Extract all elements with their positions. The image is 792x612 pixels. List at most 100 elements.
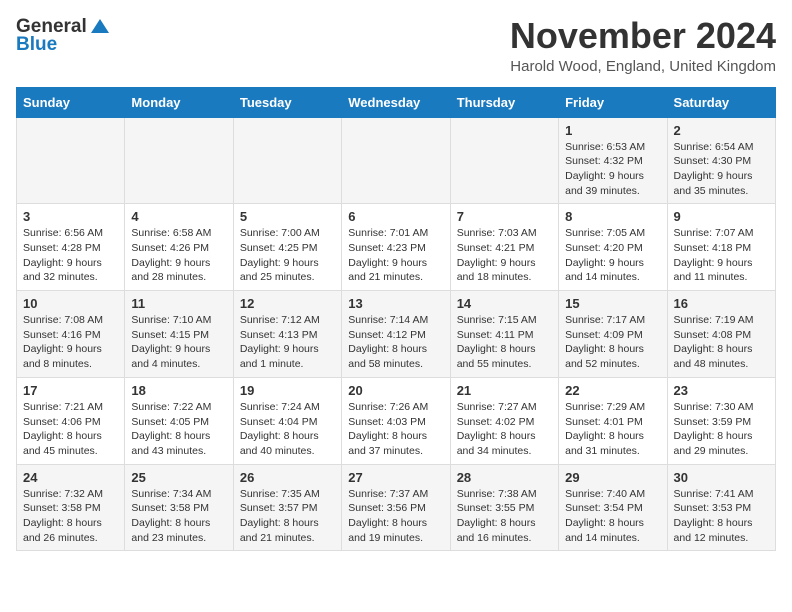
month-title: November 2024: [510, 16, 776, 56]
day-number: 9: [674, 209, 769, 224]
day-info: Sunrise: 7:32 AM Sunset: 3:58 PM Dayligh…: [23, 487, 118, 546]
day-cell: 18 Sunrise: 7:22 AM Sunset: 4:05 PM Dayli…: [125, 377, 233, 464]
day-info: Sunrise: 7:30 AM Sunset: 3:59 PM Dayligh…: [674, 400, 769, 459]
day-number: 24: [23, 470, 118, 485]
day-info: Sunrise: 7:08 AM Sunset: 4:16 PM Dayligh…: [23, 313, 118, 372]
day-info: Sunrise: 7:38 AM Sunset: 3:55 PM Dayligh…: [457, 487, 552, 546]
day-info: Sunrise: 7:10 AM Sunset: 4:15 PM Dayligh…: [131, 313, 226, 372]
day-cell: 30Sunrise: 7:41 AM Sunset: 3:53 PM Dayli…: [667, 464, 775, 551]
day-cell: 8 Sunrise: 7:05 AM Sunset: 4:20 PM Daylig…: [559, 204, 667, 291]
day-number: 1: [565, 123, 660, 138]
day-number: 23: [674, 383, 769, 398]
week-row-4: 17 Sunrise: 7:21 AM Sunset: 4:06 PM Dayli…: [17, 377, 776, 464]
day-cell: 15Sunrise: 7:17 AM Sunset: 4:09 PM Dayli…: [559, 291, 667, 378]
day-number: 27: [348, 470, 443, 485]
header-wednesday: Wednesday: [342, 87, 450, 117]
title-area: November 2024 Harold Wood, England, Unit…: [510, 16, 776, 75]
day-number: 14: [457, 296, 552, 311]
day-info: Sunrise: 7:26 AM Sunset: 4:03 PM Dayligh…: [348, 400, 443, 459]
day-info: Sunrise: 7:24 AM Sunset: 4:04 PM Dayligh…: [240, 400, 335, 459]
day-info: Sunrise: 7:14 AM Sunset: 4:12 PM Dayligh…: [348, 313, 443, 372]
day-number: 11: [131, 296, 226, 311]
day-info: Sunrise: 7:22 AM Sunset: 4:05 PM Dayligh…: [131, 400, 226, 459]
day-info: Sunrise: 7:35 AM Sunset: 3:57 PM Dayligh…: [240, 487, 335, 546]
day-info: Sunrise: 7:37 AM Sunset: 3:56 PM Dayligh…: [348, 487, 443, 546]
day-number: 26: [240, 470, 335, 485]
day-info: Sunrise: 7:29 AM Sunset: 4:01 PM Dayligh…: [565, 400, 660, 459]
header-saturday: Saturday: [667, 87, 775, 117]
logo: General Blue: [16, 16, 111, 56]
day-cell: 12 Sunrise: 7:12 AM Sunset: 4:13 PM Dayli…: [233, 291, 341, 378]
day-number: 3: [23, 209, 118, 224]
day-number: 29: [565, 470, 660, 485]
day-cell: 22 Sunrise: 7:29 AM Sunset: 4:01 PM Dayli…: [559, 377, 667, 464]
day-info: Sunrise: 7:12 AM Sunset: 4:13 PM Dayligh…: [240, 313, 335, 372]
day-info: Sunrise: 7:21 AM Sunset: 4:06 PM Dayligh…: [23, 400, 118, 459]
logo-blue: Blue: [16, 34, 57, 56]
day-cell: 20 Sunrise: 7:26 AM Sunset: 4:03 PM Dayli…: [342, 377, 450, 464]
day-cell: 23 Sunrise: 7:30 AM Sunset: 3:59 PM Dayli…: [667, 377, 775, 464]
day-cell: 21Sunrise: 7:27 AM Sunset: 4:02 PM Dayli…: [450, 377, 558, 464]
day-cell: 9 Sunrise: 7:07 AM Sunset: 4:18 PM Daylig…: [667, 204, 775, 291]
day-info: Sunrise: 7:27 AM Sunset: 4:02 PM Dayligh…: [457, 400, 552, 459]
day-cell: [450, 117, 558, 204]
week-row-3: 10 Sunrise: 7:08 AM Sunset: 4:16 PM Dayli…: [17, 291, 776, 378]
day-info: Sunrise: 7:19 AM Sunset: 4:08 PM Dayligh…: [674, 313, 769, 372]
day-number: 20: [348, 383, 443, 398]
day-cell: 11 Sunrise: 7:10 AM Sunset: 4:15 PM Dayli…: [125, 291, 233, 378]
day-number: 13: [348, 296, 443, 311]
day-number: 19: [240, 383, 335, 398]
day-number: 12: [240, 296, 335, 311]
day-number: 8: [565, 209, 660, 224]
day-cell: 5Sunrise: 7:00 AM Sunset: 4:25 PM Daylig…: [233, 204, 341, 291]
day-number: 17: [23, 383, 118, 398]
day-cell: 19 Sunrise: 7:24 AM Sunset: 4:04 PM Dayli…: [233, 377, 341, 464]
day-number: 6: [348, 209, 443, 224]
day-cell: 2Sunrise: 6:54 AM Sunset: 4:30 PM Daylig…: [667, 117, 775, 204]
day-cell: [342, 117, 450, 204]
day-info: Sunrise: 7:07 AM Sunset: 4:18 PM Dayligh…: [674, 226, 769, 285]
day-cell: 3 Sunrise: 6:56 AM Sunset: 4:28 PM Daylig…: [17, 204, 125, 291]
day-cell: 10 Sunrise: 7:08 AM Sunset: 4:16 PM Dayli…: [17, 291, 125, 378]
day-number: 7: [457, 209, 552, 224]
header-friday: Friday: [559, 87, 667, 117]
day-number: 16: [674, 296, 769, 311]
day-cell: [125, 117, 233, 204]
day-info: Sunrise: 7:15 AM Sunset: 4:11 PM Dayligh…: [457, 313, 552, 372]
day-cell: 1 Sunrise: 6:53 AM Sunset: 4:32 PM Daylig…: [559, 117, 667, 204]
day-cell: 24 Sunrise: 7:32 AM Sunset: 3:58 PM Dayli…: [17, 464, 125, 551]
day-cell: 17 Sunrise: 7:21 AM Sunset: 4:06 PM Dayli…: [17, 377, 125, 464]
header: General Blue November 2024 Harold Wood, …: [16, 16, 776, 75]
day-cell: 6 Sunrise: 7:01 AM Sunset: 4:23 PM Daylig…: [342, 204, 450, 291]
week-row-5: 24 Sunrise: 7:32 AM Sunset: 3:58 PM Dayli…: [17, 464, 776, 551]
day-cell: 14 Sunrise: 7:15 AM Sunset: 4:11 PM Dayli…: [450, 291, 558, 378]
day-cell: 26 Sunrise: 7:35 AM Sunset: 3:57 PM Dayli…: [233, 464, 341, 551]
day-cell: [17, 117, 125, 204]
header-monday: Monday: [125, 87, 233, 117]
day-number: 25: [131, 470, 226, 485]
day-info: Sunrise: 7:01 AM Sunset: 4:23 PM Dayligh…: [348, 226, 443, 285]
day-number: 5: [240, 209, 335, 224]
day-info: Sunrise: 6:53 AM Sunset: 4:32 PM Dayligh…: [565, 140, 660, 199]
day-info: Sunrise: 6:54 AM Sunset: 4:30 PM Dayligh…: [674, 140, 769, 199]
day-info: Sunrise: 7:34 AM Sunset: 3:58 PM Dayligh…: [131, 487, 226, 546]
day-number: 15: [565, 296, 660, 311]
day-number: 30: [674, 470, 769, 485]
calendar-header: SundayMondayTuesdayWednesdayThursdayFrid…: [17, 87, 776, 117]
day-info: Sunrise: 7:40 AM Sunset: 3:54 PM Dayligh…: [565, 487, 660, 546]
day-number: 10: [23, 296, 118, 311]
day-number: 28: [457, 470, 552, 485]
week-row-2: 3 Sunrise: 6:56 AM Sunset: 4:28 PM Daylig…: [17, 204, 776, 291]
day-info: Sunrise: 7:03 AM Sunset: 4:21 PM Dayligh…: [457, 226, 552, 285]
day-number: 22: [565, 383, 660, 398]
day-cell: 16 Sunrise: 7:19 AM Sunset: 4:08 PM Dayli…: [667, 291, 775, 378]
day-cell: 13 Sunrise: 7:14 AM Sunset: 4:12 PM Dayli…: [342, 291, 450, 378]
day-cell: [233, 117, 341, 204]
day-cell: 4Sunrise: 6:58 AM Sunset: 4:26 PM Daylig…: [125, 204, 233, 291]
calendar-table: SundayMondayTuesdayWednesdayThursdayFrid…: [16, 87, 776, 552]
day-info: Sunrise: 6:58 AM Sunset: 4:26 PM Dayligh…: [131, 226, 226, 285]
day-number: 18: [131, 383, 226, 398]
day-cell: 27 Sunrise: 7:37 AM Sunset: 3:56 PM Dayli…: [342, 464, 450, 551]
day-info: Sunrise: 6:56 AM Sunset: 4:28 PM Dayligh…: [23, 226, 118, 285]
day-info: Sunrise: 7:05 AM Sunset: 4:20 PM Dayligh…: [565, 226, 660, 285]
